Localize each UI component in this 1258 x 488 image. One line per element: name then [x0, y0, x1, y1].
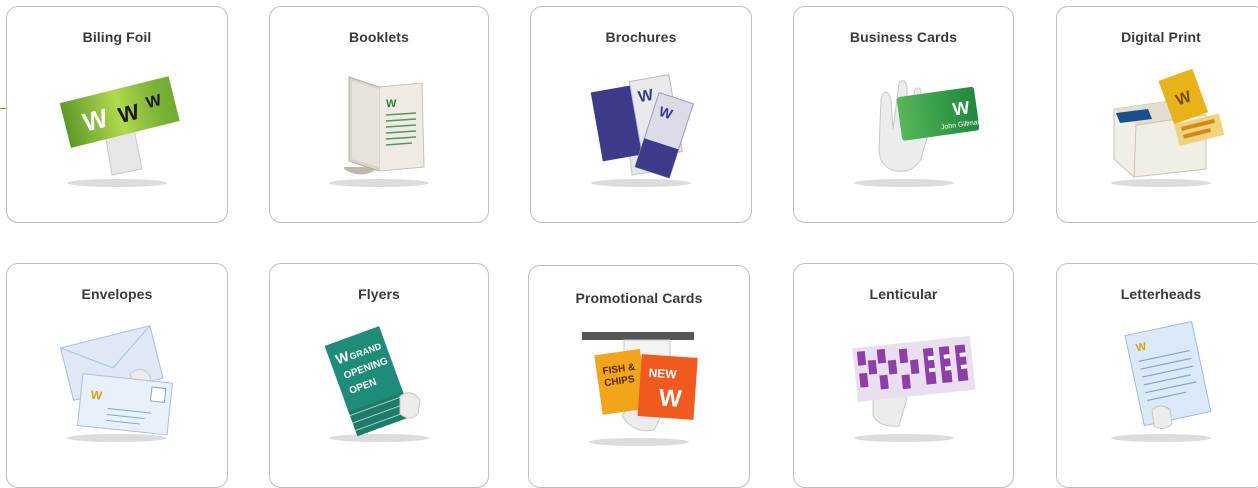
printer-icon: W: [1086, 59, 1236, 189]
promotional-cards-hand-icon: FISH & CHIPS NEW W: [564, 318, 714, 448]
svg-text:W: W: [951, 97, 971, 119]
brochures-hand-icon: W W: [566, 59, 716, 189]
flyers-stack-hand-icon: W GRAND OPENING OPEN: [304, 314, 454, 444]
product-card-title: Flyers: [358, 286, 400, 302]
booklet-icon: W: [304, 59, 454, 189]
product-card-biling-foil[interactable]: Biling Foil W W W: [6, 6, 228, 223]
product-card-promotional-cards[interactable]: Promotional Cards FISH & CHIPS NEW W: [528, 265, 750, 488]
product-grid: Biling Foil W W W Booklets W Brochures W…: [0, 0, 1258, 488]
product-card-title: Booklets: [349, 29, 409, 45]
svg-text:W: W: [658, 384, 683, 413]
product-card-lenticular[interactable]: Lenticular: [793, 263, 1014, 488]
letterhead-hand-icon: W: [1086, 314, 1236, 444]
product-card-title: Letterheads: [1120, 286, 1202, 302]
product-card-envelopes[interactable]: Envelopes W: [6, 263, 228, 488]
product-card-title: Promotional Cards: [575, 290, 703, 306]
product-card-flyers[interactable]: Flyers W GRAND OPENING OPEN: [269, 263, 489, 488]
foil-cards-hand-icon: W W W: [42, 59, 192, 189]
envelopes-hand-icon: W: [42, 314, 192, 444]
product-card-business-cards[interactable]: Business Cards W John Gillman: [793, 6, 1014, 223]
svg-text:W: W: [386, 98, 397, 110]
product-card-letterheads[interactable]: Letterheads W: [1056, 263, 1258, 488]
business-card-hand-icon: W John Gillman: [829, 59, 979, 189]
product-card-title: Business Cards: [849, 29, 958, 45]
product-card-title: Biling Foil: [82, 29, 152, 45]
product-card-title: Brochures: [605, 29, 677, 45]
lenticular-card-hand-icon: [829, 314, 979, 444]
product-card-booklets[interactable]: Booklets W: [269, 6, 489, 223]
product-card-digital-print[interactable]: Digital Print W: [1056, 6, 1258, 223]
svg-text:NEW: NEW: [648, 366, 678, 382]
product-card-title: Envelopes: [81, 286, 153, 302]
product-card-title: Digital Print: [1121, 29, 1201, 45]
svg-text:W: W: [90, 388, 103, 403]
product-card-brochures[interactable]: Brochures W W: [530, 6, 752, 223]
product-card-title: Lenticular: [869, 286, 938, 302]
